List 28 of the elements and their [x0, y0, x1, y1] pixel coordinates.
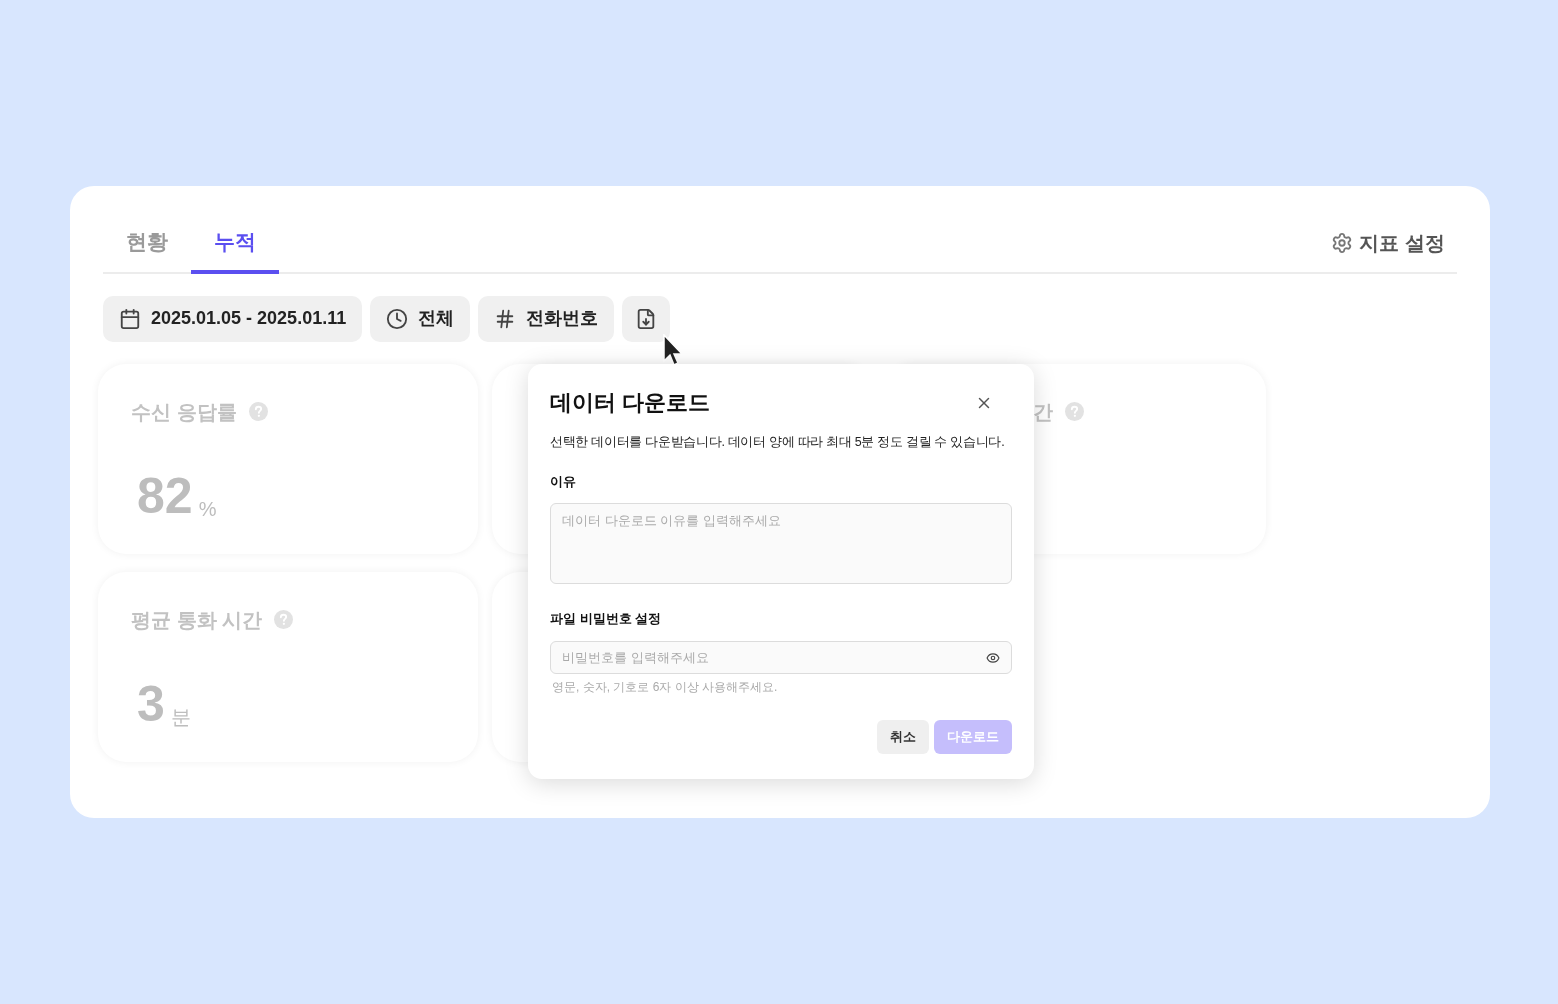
calendar-icon — [119, 307, 141, 330]
settings-button[interactable]: 지표 설정 — [1331, 227, 1445, 272]
metric-title: 수신 응답률 — [131, 399, 237, 425]
metric-value: 3 — [137, 678, 165, 729]
settings-icon — [1331, 231, 1354, 254]
eye-icon[interactable] — [986, 650, 1000, 665]
field-hint: 영문, 숫자, 기호로 6자 이상 사용해주세요. — [552, 678, 779, 696]
dialog-title: 데이터 다운로드 — [550, 389, 711, 417]
filter-button[interactable]: 2025.01.05 - 2025.01.11 — [103, 295, 363, 342]
help-icon — [274, 610, 294, 629]
metric-title: 간 — [1033, 399, 1053, 425]
help-icon — [248, 402, 268, 421]
metric-unit: 분 — [170, 706, 191, 727]
password-field[interactable]: 비밀번호를 입력해주세요 — [550, 640, 1012, 674]
cancel-button[interactable]: 취소 — [877, 719, 929, 754]
metric-value: 82 — [137, 470, 193, 521]
metric-title: 평균 통화 시간 — [131, 607, 263, 633]
filter-button[interactable]: 전화번호 — [478, 295, 615, 342]
filter-button[interactable]: 전체 — [370, 295, 471, 342]
download-button[interactable] — [622, 295, 671, 342]
help-icon — [1065, 402, 1084, 421]
metric-unit: % — [198, 498, 217, 519]
field-label: 이유 — [550, 472, 577, 491]
reason-field[interactable]: 데이터 다운로드 이유를 입력해주세요 — [550, 503, 1012, 585]
dialog-description: 선택한 데이터를 다운받습니다. 데이터 양에 따라 최대 5분 정도 걸릴 수 있습니다. — [550, 434, 1005, 451]
field-label: 파일 비밀번호 설정 — [550, 610, 663, 629]
tab[interactable]: 누적 — [191, 220, 279, 274]
clock-icon — [386, 307, 409, 330]
